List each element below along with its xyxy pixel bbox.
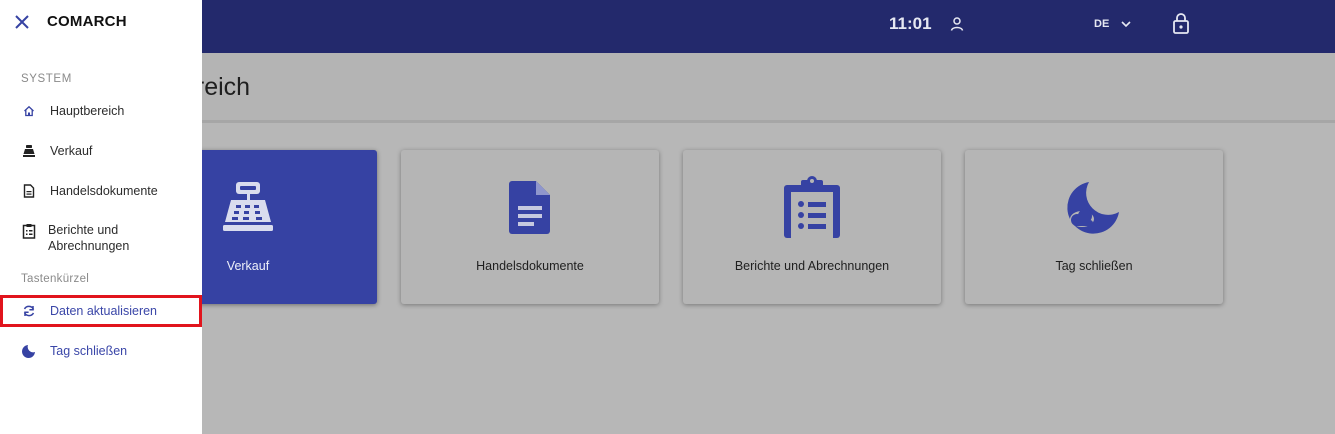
cash-register-icon — [21, 143, 37, 159]
document-icon — [21, 183, 37, 199]
tile-handelsdokumente[interactable]: Handelsdokumente — [401, 150, 659, 304]
sidebar-item-label: Daten aktualisieren — [50, 304, 158, 318]
sidebar-item-berichte[interactable]: Berichte und Abrechnungen — [0, 222, 202, 256]
sidebar-item-handelsdokumente[interactable]: Handelsdokumente — [0, 182, 202, 200]
sidebar-item-label: Tag schließen — [50, 344, 128, 358]
clipboard-list-icon — [683, 174, 941, 240]
user-icon[interactable] — [948, 15, 966, 33]
tile-label: Tag schließen — [1055, 259, 1133, 273]
lock-icon[interactable] — [1170, 11, 1192, 35]
sidebar-item-label: Handelsdokumente — [50, 184, 158, 198]
section-system: SYSTEM — [21, 73, 72, 85]
shortcut-tag-schliessen[interactable]: Tag schließen — [0, 342, 202, 360]
tile-label: Handelsdokumente — [476, 259, 584, 273]
document-icon — [401, 174, 659, 240]
refresh-icon — [21, 303, 37, 319]
close-icon[interactable] — [13, 13, 31, 31]
sidebar-item-label: Berichte und Abrechnungen — [48, 223, 130, 253]
tile-berichte[interactable]: Berichte und Abrechnungen — [683, 150, 941, 304]
sidebar-item-hauptbereich[interactable]: Hauptbereich — [0, 102, 202, 120]
moon-cloud-icon — [21, 343, 37, 359]
sidebar-item-verkauf[interactable]: Verkauf — [0, 142, 202, 160]
language-selector[interactable]: DE — [1094, 18, 1109, 30]
section-shortcuts: Tastenkürzel — [21, 273, 90, 285]
shortcut-daten-aktualisieren[interactable]: Daten aktualisieren — [0, 295, 202, 327]
brand-logo: COMARCH — [47, 13, 127, 30]
chevron-down-icon[interactable] — [1118, 16, 1134, 32]
clock: 11:01 — [889, 14, 932, 33]
tile-tag-schliessen[interactable]: Tag schließen — [965, 150, 1223, 304]
sidebar-item-label: Hauptbereich — [50, 104, 125, 118]
home-icon — [21, 103, 37, 119]
navigation-drawer: COMARCH SYSTEM Hauptbereich Verkauf Hand… — [0, 0, 202, 434]
moon-cloud-icon — [965, 174, 1223, 240]
clipboard-list-icon — [21, 223, 37, 239]
sidebar-item-label: Verkauf — [50, 144, 93, 158]
tile-label: Berichte und Abrechnungen — [734, 259, 890, 273]
